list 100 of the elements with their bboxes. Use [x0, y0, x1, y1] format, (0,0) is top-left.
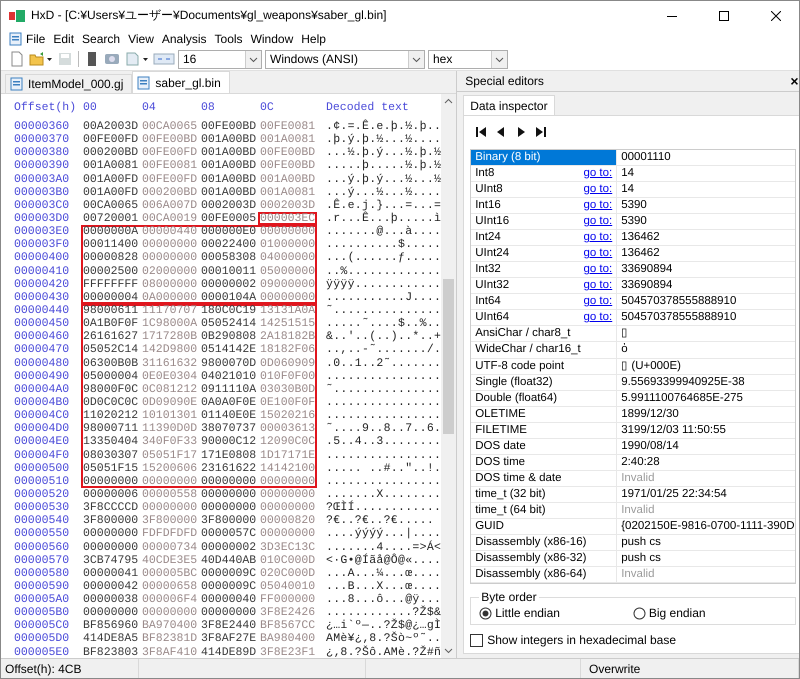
field-value: 14	[620, 182, 634, 197]
offset-label: 00000480	[14, 356, 70, 370]
hex-cell-text: 05000000	[259, 264, 316, 278]
decoded-text: ...(......ƒ.....	[326, 251, 442, 265]
offset-label: 00000590	[14, 580, 70, 594]
nav-button[interactable]	[474, 125, 488, 140]
inspector-label-cell[interactable]: Disassembly (x86-16)	[471, 535, 618, 550]
inspector-label-cell[interactable]: DOS time	[471, 454, 618, 470]
hex-cell-text: 15020216	[259, 409, 316, 422]
go-to-link[interactable]: go to:	[583, 278, 612, 294]
hex-cell-text: 00CA0065	[82, 198, 140, 212]
dropdown[interactable]: 16	[178, 50, 262, 68]
go-to-link[interactable]: go to:	[583, 294, 612, 310]
offset-label: 00000370	[14, 133, 70, 146]
inspector-label-cell[interactable]: Single (float32)	[471, 374, 618, 390]
inspector-label-cell[interactable]: UInt8 go to:	[471, 182, 618, 198]
hex-cell-text: 26161627	[82, 330, 140, 344]
inspector-label-cell[interactable]: Int64 go to:	[471, 294, 618, 310]
menu-item[interactable]: View	[124, 32, 158, 46]
offset-label: 000004C0	[14, 409, 70, 422]
inspector-label-cell[interactable]: UInt16 go to:	[471, 214, 618, 230]
hex-cell-text: 11170707	[141, 304, 198, 318]
inspector-label-cell[interactable]: DOS time & date	[471, 470, 618, 486]
inspector-label-cell[interactable]: UInt24 go to:	[471, 246, 618, 262]
field-label: AnsiChar / char8_t	[475, 326, 570, 342]
inspector-label-cell[interactable]: AnsiChar / char8_t	[471, 326, 618, 342]
nav-button[interactable]	[534, 125, 548, 140]
hex-cell-text: 05051F15	[82, 462, 140, 475]
go-to-link[interactable]: go to:	[583, 230, 612, 246]
menu-item[interactable]: File	[22, 32, 50, 46]
inspector-label-cell[interactable]: UInt64 go to:	[471, 310, 618, 326]
menu-item[interactable]: Help	[297, 32, 330, 46]
hex-cell-text: 00000000	[141, 501, 198, 514]
decoded-text: ..,..-˜......./.	[326, 343, 442, 357]
field-label: GUID	[475, 518, 504, 534]
decoded-text: ¿…i`º—..?Ž$@¿…gÌ	[326, 619, 442, 632]
field-label: Int16	[475, 198, 501, 214]
inspector-label-cell[interactable]: FILETIME	[471, 422, 618, 438]
field-value: 1971/01/25 22:34:54	[620, 486, 727, 502]
inspector-label-cell[interactable]: UInt32 go to:	[471, 278, 618, 294]
open-folder-icon	[29, 51, 53, 67]
menu-item[interactable]: Tools	[210, 32, 247, 46]
hex-cell-text: 00000040	[200, 593, 258, 606]
hex-cell-text: 0B290808	[200, 330, 258, 344]
inspector-label-cell[interactable]: Int24 go to:	[471, 230, 618, 246]
go-to-link[interactable]: go to:	[583, 182, 612, 198]
checkbox-option[interactable]: Show integers in hexadecimal base	[470, 633, 796, 647]
scrollbar-thumb[interactable]	[443, 279, 454, 434]
file-tab[interactable]: saber_gl.bin	[132, 71, 230, 93]
menu-item[interactable]: Analysis	[158, 32, 211, 46]
radio-icon[interactable]	[479, 606, 492, 620]
hex-cell-text: 00000000	[82, 540, 140, 554]
checkbox-icon[interactable]	[470, 634, 484, 646]
hex-cell-text: 31161632	[141, 356, 198, 370]
inspector-label-cell[interactable]: time_t (64 bit)	[471, 502, 618, 518]
hex-cell-text: 00CA0019	[141, 212, 198, 226]
inspector-label-cell[interactable]: Binary (8 bit)	[471, 150, 618, 165]
go-to-link[interactable]: go to:	[583, 310, 612, 326]
columns-icon	[153, 51, 175, 67]
inspector-label-cell[interactable]: DOS date	[471, 438, 618, 454]
field-value: 00001110	[620, 150, 671, 165]
menu-item[interactable]: Search	[78, 32, 124, 46]
file-tab[interactable]: ItemModel_000.gj	[5, 74, 132, 93]
go-to-link[interactable]: go to:	[583, 262, 612, 278]
inspector-label-cell[interactable]: Double (float64)	[471, 390, 618, 406]
hex-cell-text: 38070737	[200, 422, 258, 436]
field-label: Int64	[475, 294, 501, 310]
go-to-link[interactable]: go to:	[583, 198, 612, 214]
inspector-label-cell[interactable]: UTF-8 code point	[471, 358, 618, 374]
inspector-label-cell[interactable]: time_t (32 bit)	[471, 486, 618, 502]
inspector-label-cell[interactable]: WideChar / char16_t	[471, 342, 618, 358]
go-to-link[interactable]: go to:	[583, 246, 612, 262]
app-logo-icon	[9, 10, 25, 22]
inspector-label-cell[interactable]: Disassembly (x86-64)	[471, 567, 618, 582]
hex-cell: 000003EC	[258, 212, 317, 226]
go-to-link[interactable]: go to:	[583, 166, 612, 181]
hex-cell-text: 00FE00FD	[141, 146, 198, 160]
go-to-link[interactable]: go to:	[583, 214, 612, 230]
hex-cell-text: 00000828	[82, 251, 140, 265]
inspector-label-cell[interactable]: Int32 go to:	[471, 262, 618, 278]
panel-close-button[interactable]: ×	[790, 73, 798, 89]
panel-tab[interactable]: Data inspector	[463, 95, 555, 115]
inspector-label-cell[interactable]: Int8 go to:	[471, 166, 618, 181]
radio-option[interactable]: Little endian	[479, 606, 633, 620]
inspector-label-cell[interactable]: GUID	[471, 518, 618, 534]
hex-cell-text: 0D09090E	[141, 396, 198, 410]
radio-icon[interactable]	[632, 606, 646, 620]
decoded-text: AMè¥¿‚8.?Šò~º˜..	[326, 632, 442, 646]
offset-label: 000004A0	[14, 382, 70, 396]
inspector-label-cell[interactable]: OLETIME	[471, 406, 618, 422]
inspector-label-cell[interactable]: Int16 go to:	[471, 198, 618, 214]
hex-cell-text: BF82381D	[141, 632, 198, 646]
inspector-label-cell[interactable]: Disassembly (x86-32)	[471, 551, 618, 566]
hex-cell-text: 00FE00FD	[141, 172, 198, 186]
menu-item[interactable]: Window	[246, 32, 298, 46]
hex-cell-text: 180C0C19	[200, 304, 258, 318]
dropdown[interactable]: hex	[428, 50, 508, 68]
menu-item[interactable]: Edit	[49, 32, 78, 46]
dropdown[interactable]: Windows (ANSI)	[265, 50, 425, 68]
radio-option[interactable]: Big endian	[632, 606, 786, 620]
